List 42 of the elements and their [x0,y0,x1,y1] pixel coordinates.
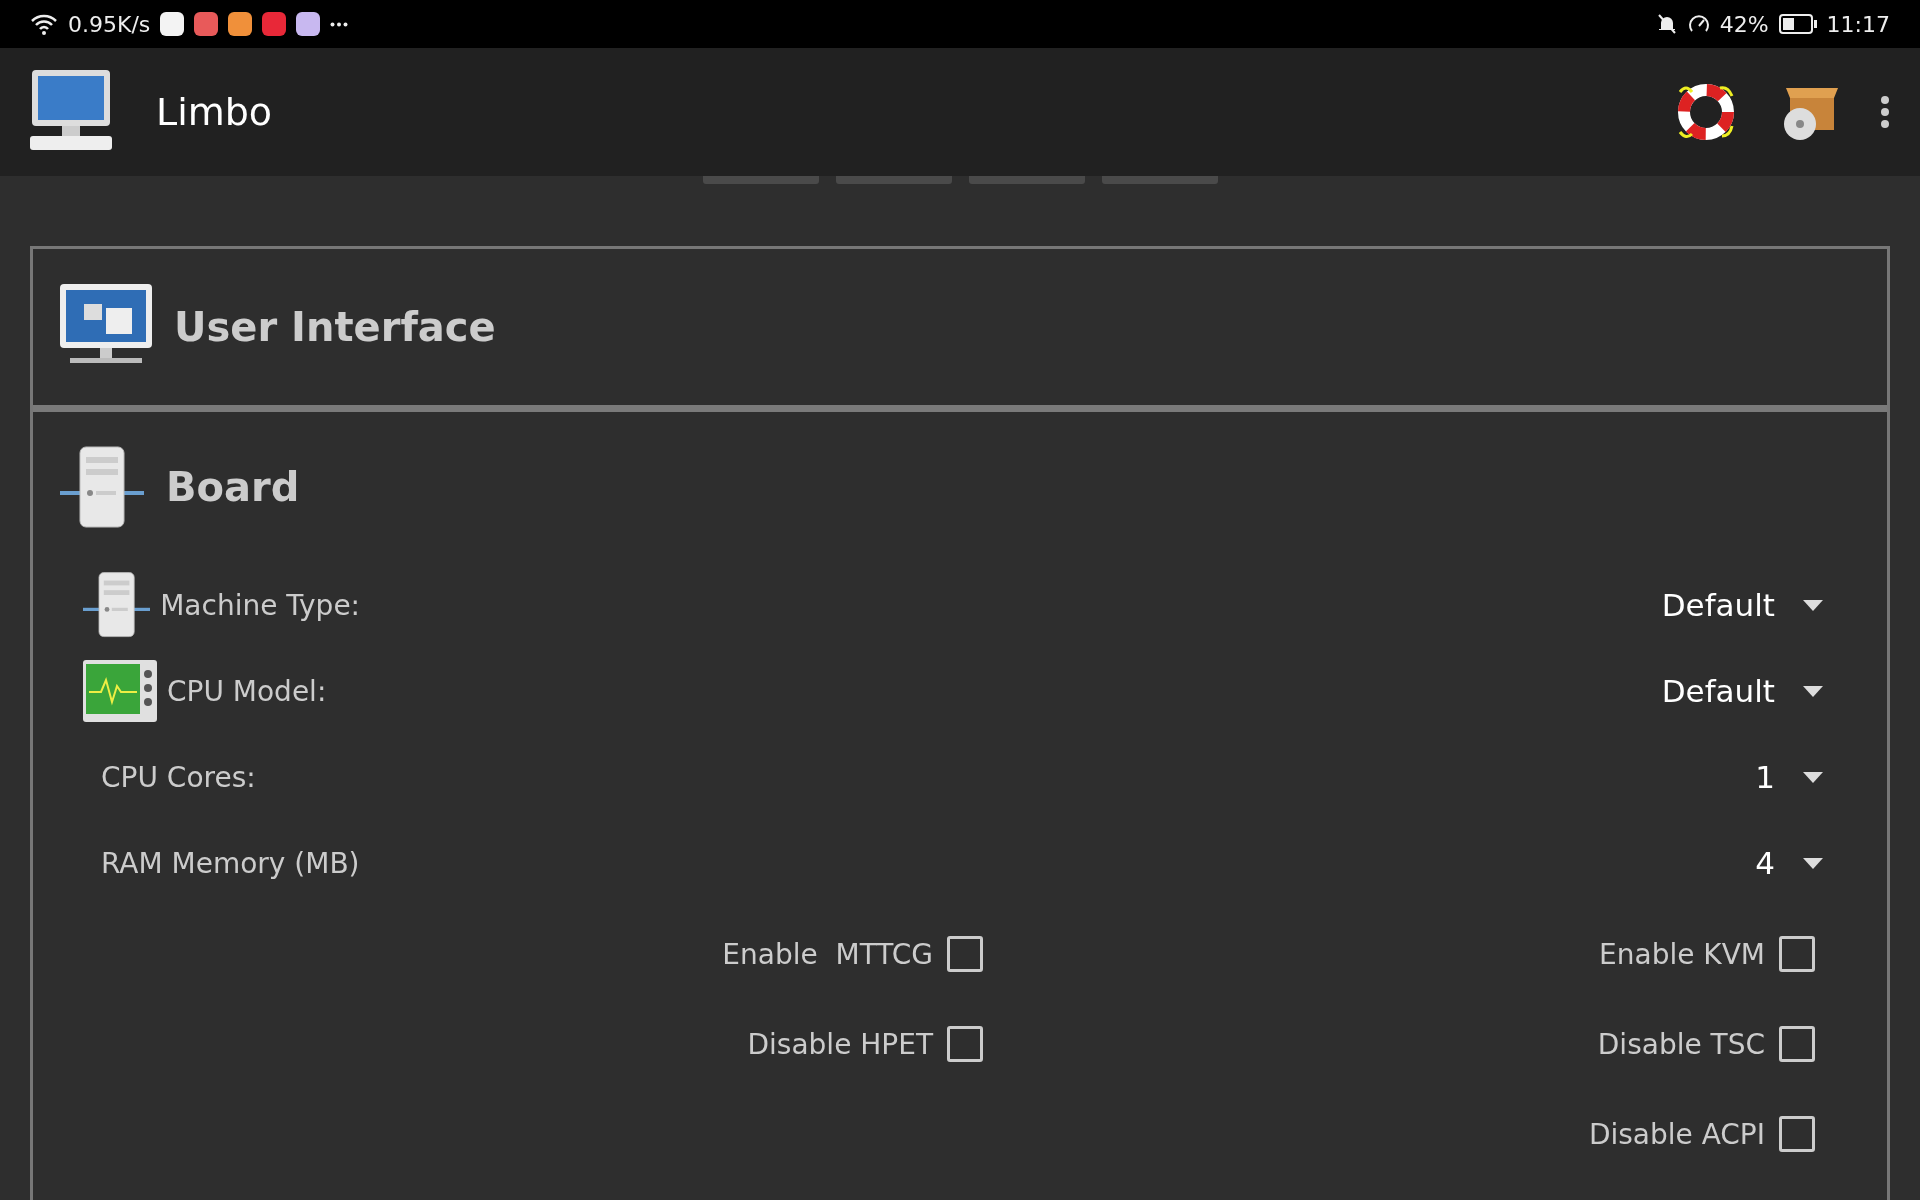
overflow-menu-icon[interactable] [1880,95,1890,129]
battery-icon [1778,14,1817,34]
server-tower-icon [83,571,151,639]
checkbox[interactable] [947,936,983,972]
dropdown[interactable]: 1 [1755,753,1823,801]
checkbox[interactable] [1779,1116,1815,1152]
checkbox-label[interactable]: Enable MTTCG [722,937,933,971]
app-notification-icon [262,12,287,36]
checkbox-label[interactable]: Disable TSC [1597,1027,1765,1061]
app-notification-icon [160,12,185,36]
bell-muted-icon [1655,13,1678,35]
lifebuoy-icon[interactable] [1676,82,1736,142]
setting-label: RAM Memory (MB) [101,846,360,880]
dropdown[interactable]: Default [1661,581,1823,629]
monitor-waveform-icon [83,660,157,722]
setting-label: CPU Cores: [101,760,256,794]
caret-icon [1803,685,1823,697]
app-notification-icon [296,12,321,36]
more-notifications-icon [330,21,349,27]
wifi-icon [30,13,58,35]
caret-icon [1803,771,1823,783]
caret-icon [1803,857,1823,869]
checkbox[interactable] [1779,936,1815,972]
checkbox-label[interactable]: Disable ACPI [1588,1117,1765,1151]
app-notification-icon [228,12,253,36]
setting-label: CPU Model: [167,674,327,708]
setting-label: Machine Type: [160,588,361,622]
server-tower-icon [60,445,144,529]
caret-icon [1803,599,1823,611]
network-speed: 0.95K/s [68,11,151,37]
clock-time: 11:17 [1826,11,1890,37]
checkbox-label[interactable]: Disable HPET [747,1027,933,1061]
section-header[interactable]: User Interface [33,249,1887,412]
dropdown[interactable]: 4 [1755,839,1823,887]
checkbox[interactable] [947,1026,983,1062]
section-header[interactable]: Board [33,412,1887,562]
checkbox[interactable] [1779,1026,1815,1062]
battery-percentage: 42% [1719,11,1769,37]
app-title: Limbo [156,90,273,134]
checkbox-label[interactable]: Enable KVM [1599,937,1765,971]
dropdown[interactable]: Default [1661,667,1823,715]
app-notification-icon [194,12,219,36]
